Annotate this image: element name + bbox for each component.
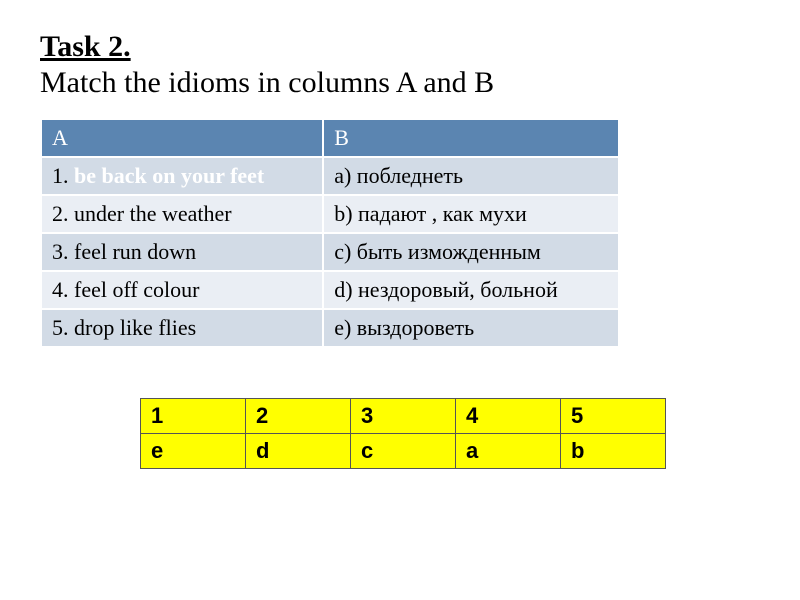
cell-a: 3. feel run down xyxy=(41,233,323,271)
header-col-a: A xyxy=(41,119,323,157)
table-row: 2. under the weather b) падают , как мух… xyxy=(41,195,619,233)
header-col-b: B xyxy=(323,119,619,157)
answer-letter: d xyxy=(246,434,351,469)
answer-key-wrap: 1 2 3 4 5 e d c a b xyxy=(140,398,760,469)
task-heading: Task 2. xyxy=(40,30,760,64)
table-row: 1. be back on your feet a) побледнеть xyxy=(41,157,619,195)
answer-letter: b xyxy=(561,434,666,469)
cell-b: e) выздороветь xyxy=(323,309,619,347)
cell-a: 5. drop like flies xyxy=(41,309,323,347)
answer-number: 3 xyxy=(351,399,456,434)
cell-a: 2. under the weather xyxy=(41,195,323,233)
table-row: 3. feel run down c) быть изможденным xyxy=(41,233,619,271)
answer-number: 5 xyxy=(561,399,666,434)
cell-b: a) побледнеть xyxy=(323,157,619,195)
cell-b: c) быть изможденным xyxy=(323,233,619,271)
answer-numbers-row: 1 2 3 4 5 xyxy=(141,399,666,434)
task-subtitle: Match the idioms in columns A and B xyxy=(40,66,760,100)
table-row: 4. feel off colour d) нездоровый, больно… xyxy=(41,271,619,309)
idiom-prefix: 1. xyxy=(52,163,74,188)
answer-letters-row: e d c a b xyxy=(141,434,666,469)
answer-number: 2 xyxy=(246,399,351,434)
cell-b: b) падают , как мухи xyxy=(323,195,619,233)
idiom-emphasis: be back on your feet xyxy=(74,163,264,188)
cell-b: d) нездоровый, больной xyxy=(323,271,619,309)
answer-letter: c xyxy=(351,434,456,469)
table-row: 5. drop like flies e) выздороветь xyxy=(41,309,619,347)
cell-a: 4. feel off colour xyxy=(41,271,323,309)
answer-number: 4 xyxy=(456,399,561,434)
task-label: Task 2. xyxy=(40,30,131,63)
answer-letter: a xyxy=(456,434,561,469)
cell-a: 1. be back on your feet xyxy=(41,157,323,195)
answer-key-table: 1 2 3 4 5 e d c a b xyxy=(140,398,666,469)
answer-number: 1 xyxy=(141,399,246,434)
answer-letter: e xyxy=(141,434,246,469)
table-header-row: A B xyxy=(41,119,619,157)
idiom-match-table: A B 1. be back on your feet a) побледнет… xyxy=(40,118,620,348)
